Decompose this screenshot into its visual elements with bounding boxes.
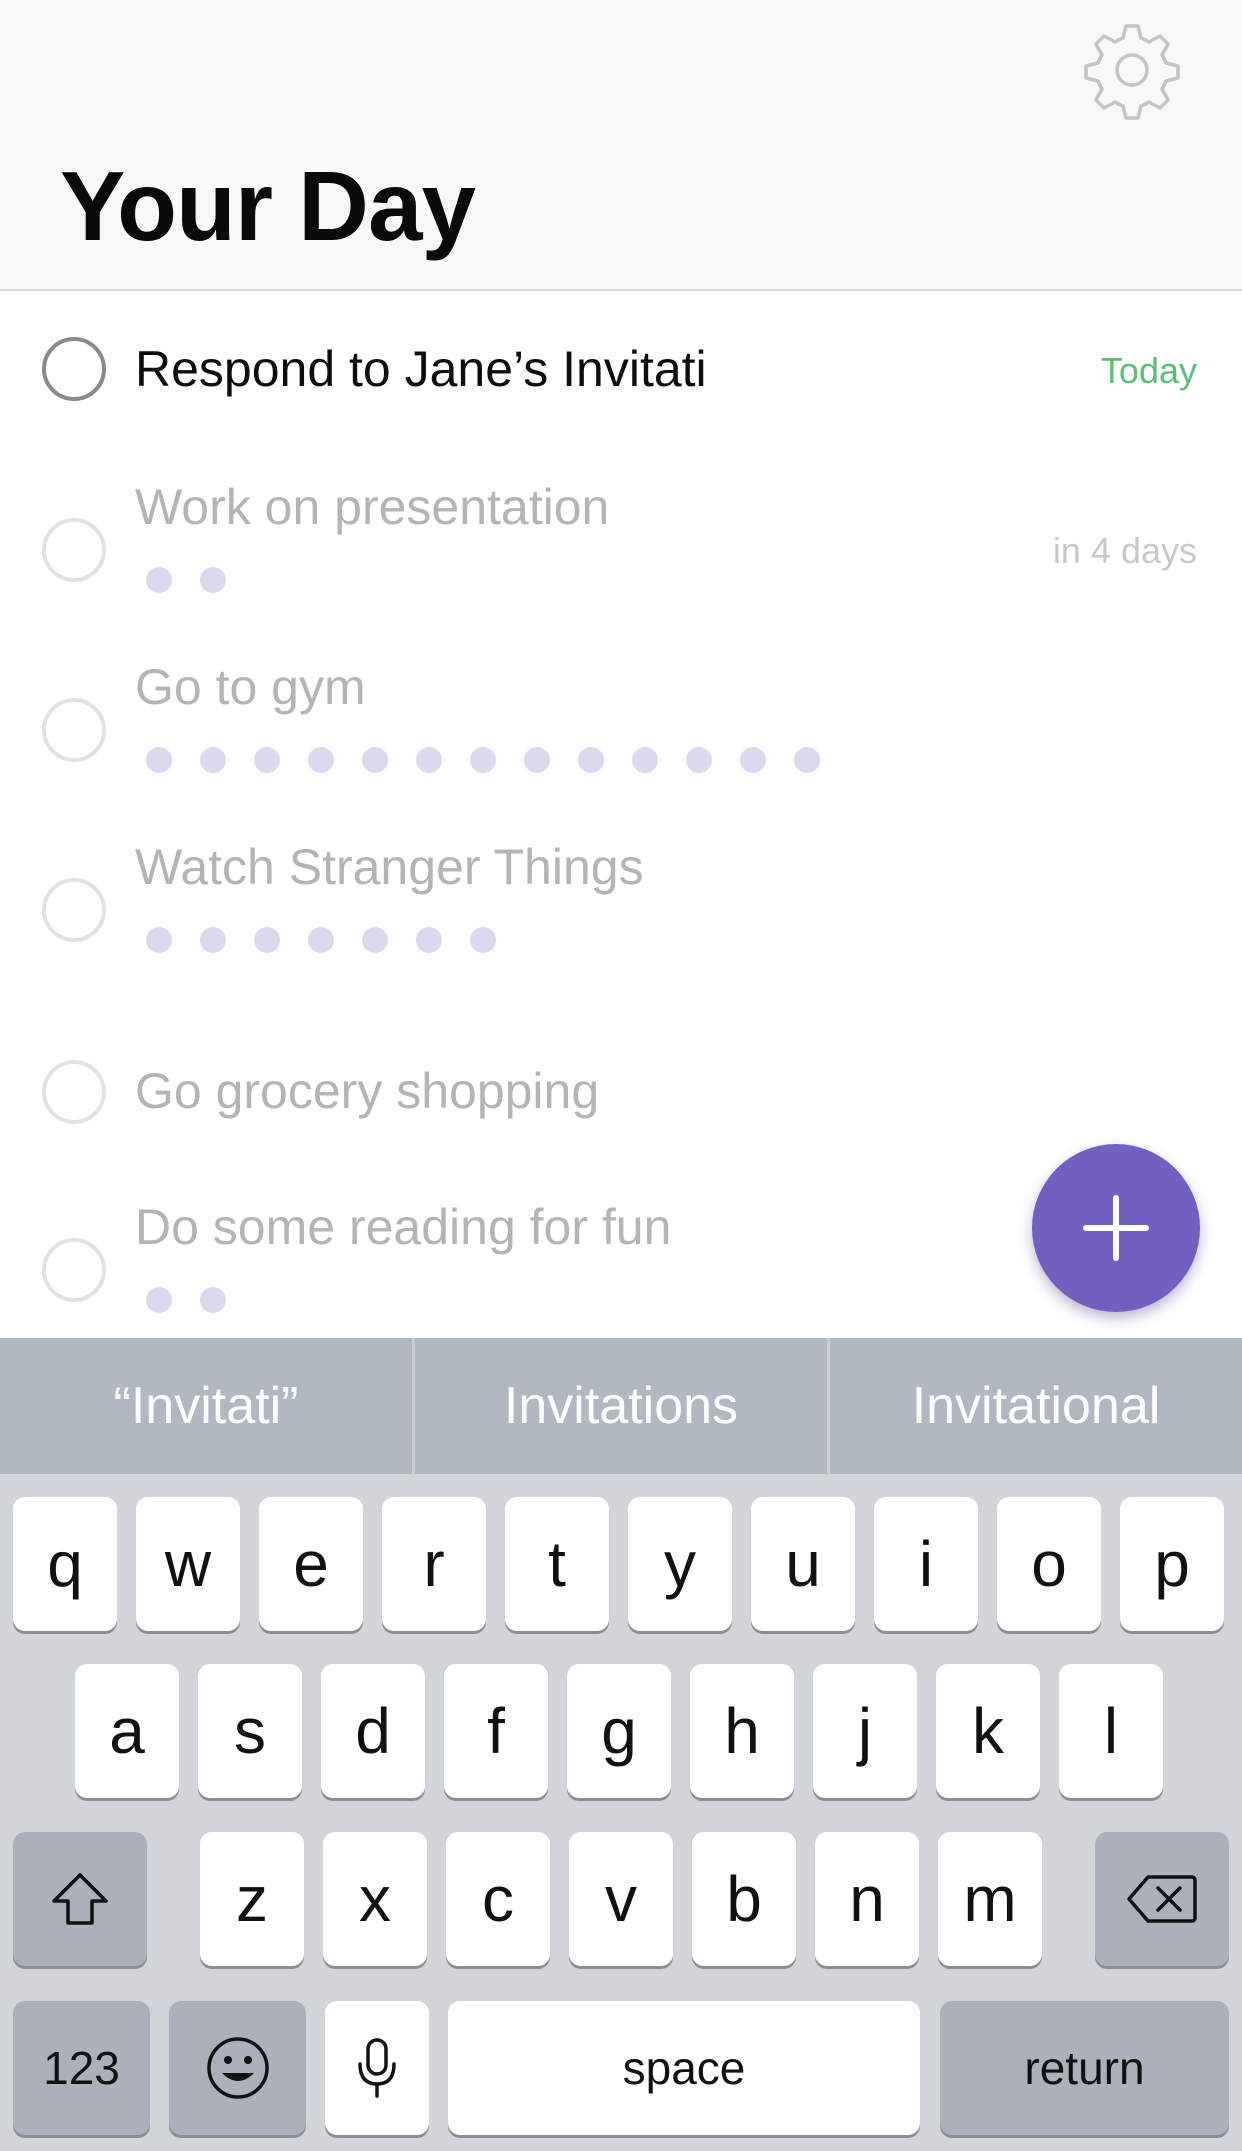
list-item[interactable]: Watch Stranger Things [0,798,1242,978]
header: Your Day [0,0,1242,291]
key-s[interactable]: s [198,1664,302,1798]
progress-dot [578,747,604,773]
progress-dot [686,747,712,773]
due-label: in 4 days [1052,530,1197,571]
progress-dot [524,747,550,773]
key-e[interactable]: e [259,1497,363,1631]
suggestion-1[interactable]: Invitations [412,1338,827,1474]
emoji-icon [206,2037,269,2099]
task-checkbox[interactable] [42,518,106,582]
progress-dot [200,927,226,953]
key-x[interactable]: x [323,1832,427,1966]
task-title: Watch Stranger Things [135,839,644,895]
autocorrect-suggestions: “Invitati” Invitations Invitational [0,1338,1242,1474]
key-l[interactable]: l [1059,1664,1163,1798]
space-key[interactable]: space [448,2001,920,2135]
progress-dot [146,567,172,593]
backspace-icon [1127,1875,1197,1923]
settings-button[interactable] [1082,20,1182,120]
task-title-input[interactable]: Respond to Jane’s Invitati [135,340,707,398]
task-title: Work on presentation [135,479,610,535]
progress-dot [794,747,820,773]
key-q[interactable]: q [13,1497,117,1631]
key-r[interactable]: r [382,1497,486,1631]
key-f[interactable]: f [444,1664,548,1798]
progress-dot [200,1287,226,1313]
add-task-button[interactable] [1032,1144,1200,1312]
key-o[interactable]: o [997,1497,1101,1631]
return-key[interactable]: return [940,2001,1229,2135]
progress-dot [308,747,334,773]
list-item[interactable]: Respond to Jane’s Invitati Today [0,293,1242,433]
key-t[interactable]: t [505,1497,609,1631]
progress-dot [362,747,388,773]
progress-dot [254,927,280,953]
key-k[interactable]: k [936,1664,1040,1798]
microphone-key[interactable] [325,2001,429,2135]
task-checkbox[interactable] [42,337,106,401]
progress-dot [200,747,226,773]
key-z[interactable]: z [200,1832,304,1966]
due-label: Today [1100,350,1197,391]
task-checkbox[interactable] [42,698,106,762]
key-h[interactable]: h [690,1664,794,1798]
list-item[interactable]: Work on presentation in 4 days [0,438,1242,618]
key-v[interactable]: v [569,1832,673,1966]
key-u[interactable]: u [751,1497,855,1631]
progress-dot [146,927,172,953]
key-i[interactable]: i [874,1497,978,1631]
progress-dot [146,1287,172,1313]
progress-dot [146,747,172,773]
key-p[interactable]: p [1120,1497,1224,1631]
progress-dot [308,927,334,953]
progress-dot [416,747,442,773]
progress-dot [200,567,226,593]
shift-key[interactable] [13,1832,147,1966]
progress-dot [740,747,766,773]
key-y[interactable]: y [628,1497,732,1631]
suggestion-typed[interactable]: “Invitati” [0,1338,412,1474]
progress-dot [470,927,496,953]
task-title: Go grocery shopping [135,1063,600,1119]
microphone-icon [358,2038,396,2098]
shift-icon [52,1873,108,1925]
task-checkbox[interactable] [42,878,106,942]
task-checkbox[interactable] [42,1060,106,1124]
emoji-key[interactable] [169,2001,306,2135]
key-m[interactable]: m [938,1832,1042,1966]
page-title: Your Day [60,151,476,261]
key-w[interactable]: w [136,1497,240,1631]
key-d[interactable]: d [321,1664,425,1798]
key-b[interactable]: b [692,1832,796,1966]
progress-dot [254,747,280,773]
task-checkbox[interactable] [42,1238,106,1302]
progress-dot [632,747,658,773]
task-title: Do some reading for fun [135,1199,672,1255]
key-g[interactable]: g [567,1664,671,1798]
key-a[interactable]: a [75,1664,179,1798]
key-c[interactable]: c [446,1832,550,1966]
keyboard: qwertyuiop asdfghjkl zxcvbnm 123 space r… [0,1474,1242,2151]
key-n[interactable]: n [815,1832,919,1966]
backspace-key[interactable] [1095,1832,1229,1966]
numbers-key[interactable]: 123 [13,2001,150,2135]
key-j[interactable]: j [813,1664,917,1798]
progress-dot [362,927,388,953]
suggestion-2[interactable]: Invitational [827,1338,1242,1474]
plus-icon [1083,1195,1149,1261]
progress-dot [470,747,496,773]
progress-dot [416,927,442,953]
task-title: Go to gym [135,659,366,715]
list-item[interactable]: Go to gym [0,618,1242,798]
gear-icon [1084,24,1180,120]
